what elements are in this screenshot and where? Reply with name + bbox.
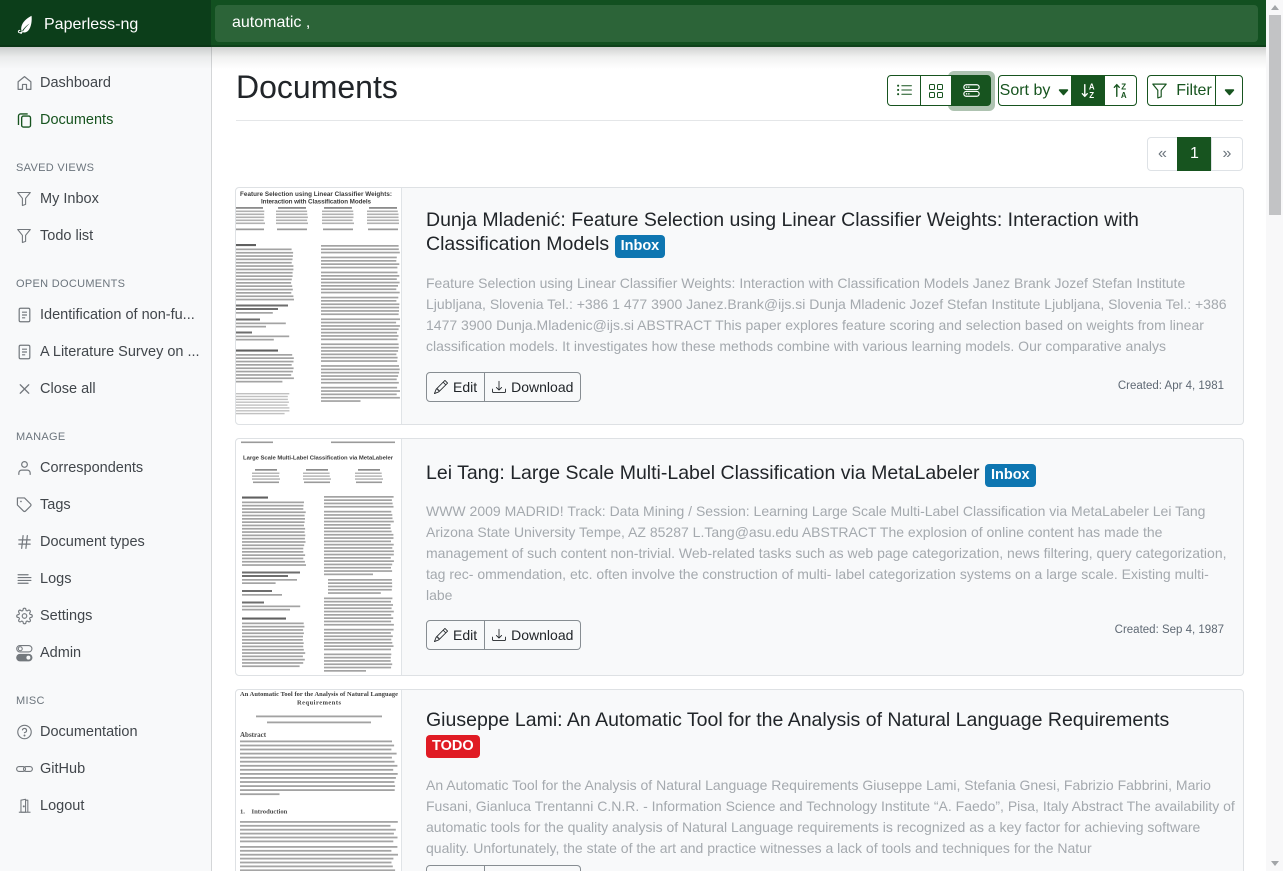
svg-text:1. Introduction: 1. Introduction bbox=[240, 809, 288, 816]
svg-text:A: A bbox=[1121, 91, 1127, 99]
svg-text:Abstract: Abstract bbox=[240, 731, 267, 739]
svg-text:An Automatic Tool for the Anal: An Automatic Tool for the Analysis of Na… bbox=[240, 691, 398, 698]
svg-text:Z: Z bbox=[1089, 91, 1094, 99]
svg-text:Requirements: Requirements bbox=[297, 700, 342, 707]
svg-text:Interaction with Classificatio: Interaction with Classification Models bbox=[261, 199, 371, 206]
svg-text:Feature Selection using Linear: Feature Selection using Linear Classifie… bbox=[240, 191, 392, 198]
svg-text:Large Scale Multi-Label Classi: Large Scale Multi-Label Classification v… bbox=[243, 456, 394, 462]
